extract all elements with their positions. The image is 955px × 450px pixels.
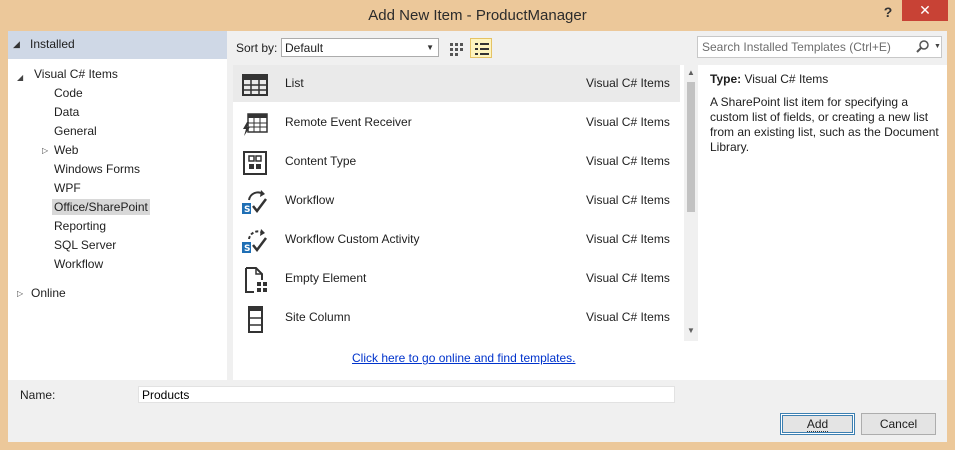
tree-item-web[interactable]: Web (54, 143, 78, 157)
online-templates-link[interactable]: Click here to go online and find templat… (352, 351, 575, 365)
template-row-workflow-custom-activity[interactable]: S Workflow Custom Activity Visual C# Ite… (233, 221, 680, 258)
template-name: Site Column (285, 310, 351, 324)
list-view-icon (475, 43, 489, 55)
tree-item-sql-server[interactable]: SQL Server (54, 238, 116, 252)
template-category: Visual C# Items (586, 193, 670, 207)
template-row-list[interactable]: List Visual C# Items (233, 65, 680, 102)
site-column-icon (248, 306, 263, 333)
tree-header-installed[interactable]: ◢ Installed (8, 31, 227, 59)
template-category: Visual C# Items (586, 115, 670, 129)
template-row-empty-element[interactable]: Empty Element Visual C# Items (233, 260, 680, 297)
list-icon (242, 74, 268, 96)
sort-by-label: Sort by: (236, 41, 278, 55)
template-category: Visual C# Items (586, 154, 670, 168)
details-panel: Type: Visual C# Items A SharePoint list … (698, 65, 947, 380)
collapsed-triangle-icon[interactable]: ▷ (42, 146, 48, 155)
collapsed-triangle-icon[interactable]: ▷ (17, 289, 23, 298)
tree-item-windows-forms[interactable]: Windows Forms (54, 162, 140, 176)
scrollbar-thumb[interactable] (687, 82, 695, 212)
title-bar: Add New Item - ProductManager ? ✕ (0, 0, 955, 31)
tree-item-visual-csharp-items[interactable]: Visual C# Items (34, 67, 118, 81)
scroll-up-arrow-icon[interactable]: ▲ (687, 68, 695, 77)
type-label: Type: (710, 72, 742, 86)
tree-item-office-sharepoint[interactable]: Office/SharePoint (52, 199, 150, 215)
template-name: Workflow Custom Activity (285, 232, 420, 246)
scroll-down-arrow-icon[interactable]: ▼ (687, 326, 695, 335)
template-description: A SharePoint list item for specifying a … (710, 95, 939, 154)
sort-by-value: Default (285, 41, 324, 55)
template-row-site-column[interactable]: Site Column Visual C# Items (233, 299, 680, 336)
medium-icons-view-button[interactable] (445, 38, 467, 58)
type-value: Visual C# Items (744, 72, 829, 86)
search-templates-box[interactable]: ▼ (697, 36, 942, 58)
svg-text:S: S (244, 244, 250, 254)
tree-item-online[interactable]: Online (31, 286, 66, 300)
template-list: List Visual C# Items Remote Event Receiv… (233, 65, 698, 380)
template-name: Empty Element (285, 271, 367, 285)
expanded-triangle-icon[interactable]: ◢ (17, 73, 23, 82)
svg-text:S: S (244, 205, 250, 215)
tree-header-label: Installed (30, 37, 75, 51)
tree-item-wpf[interactable]: WPF (54, 181, 81, 195)
template-name: List (285, 76, 304, 90)
tree-item-data[interactable]: Data (54, 105, 79, 119)
add-button[interactable]: Add (780, 413, 855, 435)
close-button[interactable]: ✕ (902, 0, 948, 21)
workflow-custom-activity-icon: S (242, 229, 267, 254)
template-name: Content Type (285, 154, 357, 168)
tree-item-workflow[interactable]: Workflow (54, 257, 103, 271)
type-row: Type: Visual C# Items (710, 72, 828, 86)
list-view-button[interactable] (470, 38, 492, 58)
workflow-icon: S (242, 190, 267, 215)
name-field[interactable] (138, 386, 675, 403)
template-list-scrollbar[interactable]: ▲ ▼ (684, 65, 698, 341)
template-name: Remote Event Receiver (285, 115, 412, 129)
sort-by-dropdown[interactable]: Default ▼ (281, 38, 439, 57)
search-icon[interactable] (916, 40, 930, 54)
template-row-remote-event-receiver[interactable]: Remote Event Receiver Visual C# Items (233, 104, 680, 141)
help-button[interactable]: ? (880, 4, 896, 22)
add-button-label: Add (806, 417, 829, 432)
empty-element-icon (245, 267, 267, 293)
remote-event-receiver-icon (243, 113, 268, 136)
cancel-button[interactable]: Cancel (861, 413, 936, 435)
tree-item-code[interactable]: Code (54, 86, 83, 100)
template-category: Visual C# Items (586, 271, 670, 285)
template-name: Workflow (285, 193, 335, 207)
template-category: Visual C# Items (586, 232, 670, 246)
tree-item-general[interactable]: General (54, 124, 97, 138)
template-category: Visual C# Items (586, 76, 670, 90)
template-row-workflow[interactable]: S Workflow Visual C# Items (233, 182, 680, 219)
content-type-icon (243, 151, 267, 175)
chevron-down-icon: ▼ (426, 43, 434, 52)
window-title: Add New Item - ProductManager (368, 7, 587, 24)
name-label: Name: (20, 388, 56, 402)
template-category: Visual C# Items (586, 310, 670, 324)
template-row-content-type[interactable]: Content Type Visual C# Items (233, 143, 680, 180)
grid-view-icon (450, 43, 463, 56)
search-input[interactable] (702, 39, 907, 55)
expanded-triangle-icon: ◢ (13, 39, 20, 49)
tree-item-reporting[interactable]: Reporting (54, 219, 106, 233)
template-tree: ◢ Visual C# Items Code Data General ▷ We… (8, 59, 227, 380)
search-options-chevron-icon[interactable]: ▼ (934, 43, 941, 50)
dialog-body: ◢ Installed ◢ Visual C# Items Code Data … (8, 31, 947, 442)
